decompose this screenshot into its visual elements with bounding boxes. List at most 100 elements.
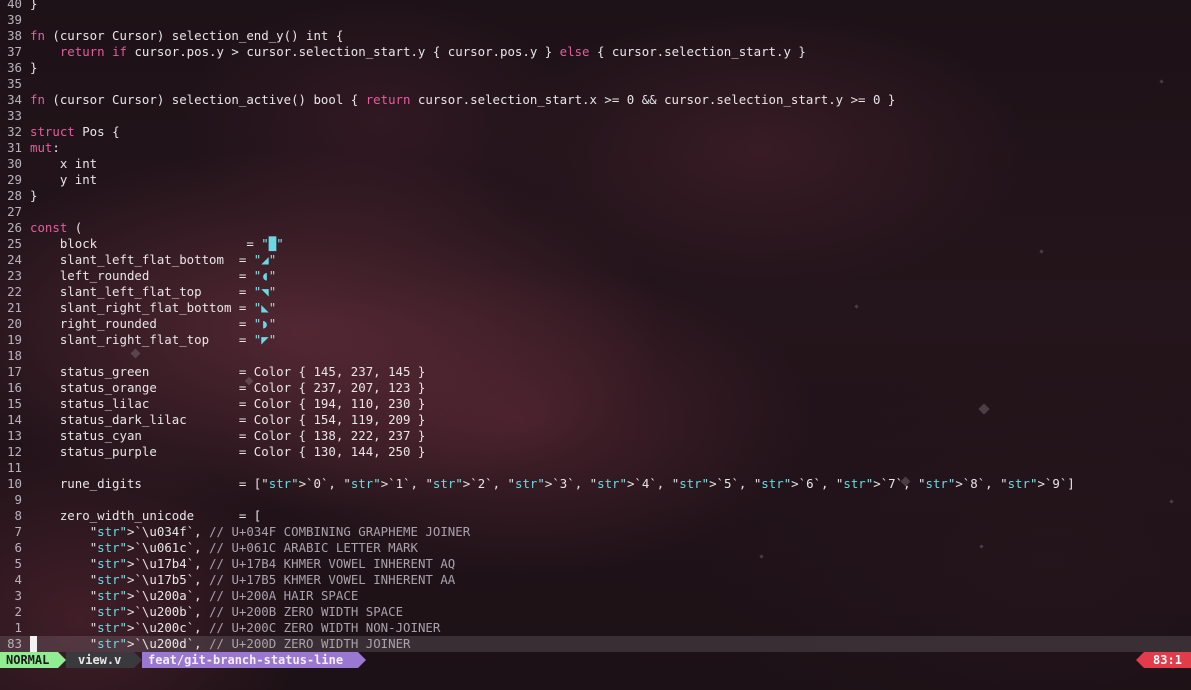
line-number: 24 xyxy=(7,252,22,267)
code-line[interactable]: 25 block = "█" xyxy=(0,236,1191,252)
line-number: 2 xyxy=(14,604,22,619)
code-line[interactable]: 26 const ( xyxy=(0,220,1191,236)
line-text: right_rounded = "◗" xyxy=(30,316,277,331)
code-line[interactable]: 2 "str">`\u200b`, // U+200B ZERO WIDTH S… xyxy=(0,604,1191,620)
code-line[interactable]: 32 struct Pos { xyxy=(0,124,1191,140)
code-line[interactable]: 19 slant_right_flat_top = "◤" xyxy=(0,332,1191,348)
code-line[interactable]: 33 xyxy=(0,108,1191,124)
code-line[interactable]: 31 mut: xyxy=(0,140,1191,156)
code-line[interactable]: 13 status_cyan = Color { 138, 222, 237 } xyxy=(0,428,1191,444)
code-line[interactable]: 3 "str">`\u200a`, // U+200A HAIR SPACE xyxy=(0,588,1191,604)
line-text: "str">`\u200d`, // U+200D ZERO WIDTH JOI… xyxy=(89,636,411,651)
code-line[interactable]: 28} xyxy=(0,188,1191,204)
code-line[interactable]: 24 slant_left_flat_bottom = "◢" xyxy=(0,252,1191,268)
line-text: block = "█" xyxy=(30,236,284,251)
code-line[interactable]: 30 x int xyxy=(0,156,1191,172)
code-line[interactable]: 4 "str">`\u17b5`, // U+17B5 KHMER VOWEL … xyxy=(0,572,1191,588)
line-text: "str">`\u200a`, // U+200A HAIR SPACE xyxy=(89,588,359,603)
line-text: status_lilac = Color { 194, 110, 230 } xyxy=(30,396,426,411)
git-branch: feat/git-branch-status-line xyxy=(142,652,358,668)
line-number: 20 xyxy=(7,316,22,331)
code-line[interactable]: 7 "str">`\u034f`, // U+034F COMBINING GR… xyxy=(0,524,1191,540)
code-line[interactable]: 10 rune_digits = ["str">`0`, "str">`1`, … xyxy=(0,476,1191,492)
file-separator xyxy=(134,652,142,668)
line-number: 37 xyxy=(7,44,22,59)
line-text: slant_left_flat_bottom = "◢" xyxy=(30,252,277,267)
mode-separator xyxy=(58,652,66,668)
line-number: 14 xyxy=(7,412,22,427)
line-text: "str">`\u200c`, // U+200C ZERO WIDTH NON… xyxy=(89,620,441,635)
code-line[interactable]: 5 "str">`\u17b4`, // U+17B4 KHMER VOWEL … xyxy=(0,556,1191,572)
line-number: 1 xyxy=(14,620,22,635)
code-line[interactable]: 11 xyxy=(0,460,1191,476)
line-text: slant_right_flat_top = "◤" xyxy=(30,332,277,347)
line-number: 9 xyxy=(14,492,22,507)
code-line[interactable]: 8 zero_width_unicode = [ xyxy=(0,508,1191,524)
line-number: 16 xyxy=(7,380,22,395)
line-text: "str">`\u034f`, // U+034F COMBINING GRAP… xyxy=(89,524,471,539)
code-line[interactable]: 39 xyxy=(0,12,1191,28)
line-number: 17 xyxy=(7,364,22,379)
line-text: "str">`\u061c`, // U+061C ARABIC LETTER … xyxy=(89,540,418,555)
status-line: NORMAL view.v feat/git-branch-status-lin… xyxy=(0,652,1191,668)
line-text: } xyxy=(30,0,38,11)
line-number: 34 xyxy=(7,92,22,107)
position-separator xyxy=(1136,652,1144,668)
code-line[interactable]: 12 status_purple = Color { 130, 144, 250… xyxy=(0,444,1191,460)
line-text: const ( xyxy=(30,220,83,235)
line-text: status_purple = Color { 130, 144, 250 } xyxy=(30,444,426,459)
line-number: 30 xyxy=(7,156,22,171)
line-number: 28 xyxy=(7,188,22,203)
line-number: 12 xyxy=(7,444,22,459)
code-line[interactable]: 18 xyxy=(0,348,1191,364)
line-number: 36 xyxy=(7,60,22,75)
code-line[interactable]: 9 xyxy=(0,492,1191,508)
line-number: 33 xyxy=(7,108,22,123)
code-line[interactable]: 6 "str">`\u061c`, // U+061C ARABIC LETTE… xyxy=(0,540,1191,556)
line-text: fn (cursor Cursor) selection_end_y() int… xyxy=(30,28,344,43)
code-line[interactable]: 34 fn (cursor Cursor) selection_active() … xyxy=(0,92,1191,108)
line-text: status_orange = Color { 237, 207, 123 } xyxy=(30,380,426,395)
line-text: fn (cursor Cursor) selection_active() bo… xyxy=(30,92,896,107)
line-number: 18 xyxy=(7,348,22,363)
code-line-current[interactable]: 83 "str">`\u200d`, // U+200D ZERO WIDTH … xyxy=(0,636,1191,652)
code-line[interactable]: 36} xyxy=(0,60,1191,76)
line-number: 4 xyxy=(14,572,22,587)
code-line[interactable]: 29 y int xyxy=(0,172,1191,188)
line-number: 31 xyxy=(7,140,22,155)
code-line[interactable]: 15 status_lilac = Color { 194, 110, 230 … xyxy=(0,396,1191,412)
code-line[interactable]: 27 xyxy=(0,204,1191,220)
line-number: 40 xyxy=(7,0,22,11)
code-line[interactable]: 21 slant_right_flat_bottom = "◣" xyxy=(0,300,1191,316)
line-number: 13 xyxy=(7,428,22,443)
line-text: "str">`\u17b4`, // U+17B4 KHMER VOWEL IN… xyxy=(89,556,456,571)
code-line[interactable]: 40} xyxy=(0,0,1191,12)
line-number: 10 xyxy=(7,476,22,491)
code-line[interactable]: 23 left_rounded = "◖" xyxy=(0,268,1191,284)
line-number: 5 xyxy=(14,556,22,571)
code-line[interactable]: 22 slant_left_flat_top = "◥" xyxy=(0,284,1191,300)
code-line[interactable]: 14 status_dark_lilac = Color { 154, 119,… xyxy=(0,412,1191,428)
line-number: 39 xyxy=(7,12,22,27)
line-text: zero_width_unicode = [ xyxy=(30,508,262,523)
code-line[interactable]: 1 "str">`\u200c`, // U+200C ZERO WIDTH N… xyxy=(0,620,1191,636)
line-number: 21 xyxy=(7,300,22,315)
line-number: 6 xyxy=(14,540,22,555)
code-line[interactable]: 35 xyxy=(0,76,1191,92)
code-line[interactable]: 20 right_rounded = "◗" xyxy=(0,316,1191,332)
code-line[interactable]: 17 status_green = Color { 145, 237, 145 … xyxy=(0,364,1191,380)
line-number: 23 xyxy=(7,268,22,283)
line-text: mut: xyxy=(30,140,60,155)
code-line[interactable]: 38 fn (cursor Cursor) selection_end_y() i… xyxy=(0,28,1191,44)
line-number: 83 xyxy=(7,636,22,651)
line-number: 22 xyxy=(7,284,22,299)
line-number: 8 xyxy=(14,508,22,523)
code-line[interactable]: 37 return if cursor.pos.y > cursor.selec… xyxy=(0,44,1191,60)
line-text: x int xyxy=(30,156,98,171)
code-line[interactable]: 16 status_orange = Color { 237, 207, 123… xyxy=(0,380,1191,396)
line-text: "str">`\u17b5`, // U+17B5 KHMER VOWEL IN… xyxy=(89,572,456,587)
line-number: 38 xyxy=(7,28,22,43)
line-number: 35 xyxy=(7,76,22,91)
line-number: 19 xyxy=(7,332,22,347)
line-number: 3 xyxy=(14,588,22,603)
